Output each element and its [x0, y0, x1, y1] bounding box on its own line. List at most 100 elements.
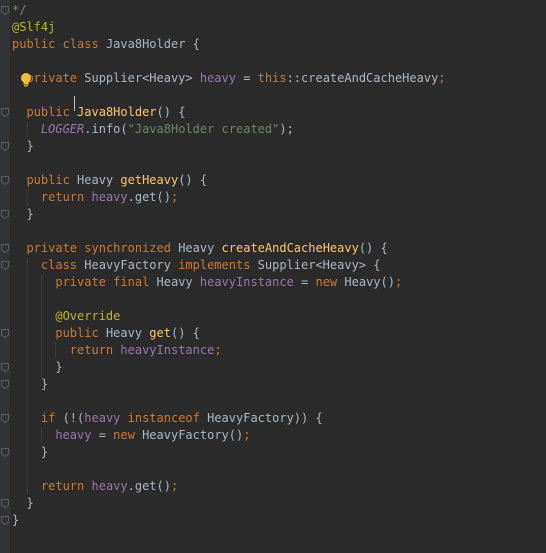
code-line[interactable]: }: [12, 138, 34, 155]
code-token: private: [26, 71, 78, 85]
code-line[interactable]: if (!(heavy instanceof HeavyFactory)) {: [12, 410, 323, 427]
code-token: Heavy: [170, 241, 222, 255]
code-token: private: [26, 241, 78, 255]
code-line[interactable]: @Slf4j: [12, 19, 55, 36]
code-token: .get(): [127, 479, 171, 493]
lightbulb-icon[interactable]: [20, 72, 32, 88]
code-token: @Slf4j: [12, 20, 56, 34]
code-line[interactable]: private Supplier<Heavy> heavy = this::cr…: [12, 70, 446, 87]
code-token: () {: [156, 105, 186, 119]
code-token: get: [149, 326, 171, 340]
code-token: ::createAndCacheHeavy: [286, 71, 439, 85]
indent-guide: [41, 427, 42, 444]
code-line[interactable]: public Java8Holder() {: [12, 104, 185, 121]
fold-marker-icon[interactable]: [1, 448, 9, 457]
code-editor[interactable]: */ @Slf4j public class Java8Holder { priva…: [0, 0, 546, 553]
code-token: ;: [438, 71, 446, 85]
fold-marker-icon[interactable]: [1, 210, 9, 219]
fold-marker-icon[interactable]: [1, 414, 9, 423]
code-line[interactable]: }: [12, 444, 48, 461]
code-token: instanceof: [127, 411, 200, 425]
code-token: heavy: [84, 411, 121, 425]
fold-marker-icon[interactable]: [1, 363, 9, 372]
code-line[interactable]: private final Heavy heavyInstance = new …: [12, 274, 402, 291]
code-token: ;: [170, 479, 179, 493]
code-token: private: [55, 275, 106, 289]
editor-gutter[interactable]: [0, 0, 10, 553]
code-token: }: [12, 445, 49, 459]
text-caret: [74, 96, 75, 111]
code-line[interactable]: public Heavy getHeavy() {: [12, 172, 207, 189]
fold-marker-icon[interactable]: [1, 516, 9, 525]
code-token: return: [40, 190, 85, 204]
indent-guide: [27, 121, 28, 138]
code-line[interactable]: return heavy.get();: [12, 189, 178, 206]
code-token: heavy: [91, 190, 128, 204]
fold-marker-icon[interactable]: [1, 499, 9, 508]
code-token: @Override: [55, 309, 121, 323]
code-token: HeavyFactory)) {: [199, 411, 323, 425]
code-line[interactable]: }: [12, 206, 34, 223]
code-area[interactable]: */ @Slf4j public class Java8Holder { priva…: [12, 0, 546, 553]
code-token: if: [40, 411, 56, 425]
fold-marker-icon[interactable]: [1, 108, 9, 117]
indent-guide: [27, 257, 28, 495]
code-token: new: [113, 428, 135, 442]
code-token: Java8Holder {: [98, 37, 200, 51]
code-line[interactable]: }: [12, 512, 19, 529]
code-line[interactable]: }: [12, 376, 48, 393]
code-token: .get(): [127, 190, 171, 204]
code-token: heavyInstance: [120, 343, 215, 357]
code-token: () {: [170, 326, 200, 340]
code-token: heavy: [55, 428, 92, 442]
fold-marker-icon[interactable]: [1, 6, 9, 15]
fold-marker-icon[interactable]: [1, 380, 9, 389]
code-token: }: [12, 207, 34, 221]
code-line[interactable]: LOGGER.info("Java8Holder created");: [12, 121, 294, 138]
code-token: class: [40, 258, 78, 272]
code-token: public: [26, 105, 70, 119]
indent-guide: [27, 189, 28, 206]
code-token: ;: [170, 190, 179, 204]
code-token: ;: [214, 343, 222, 357]
code-token: Heavy: [149, 275, 200, 289]
code-token: new: [315, 275, 338, 289]
code-token: () {: [178, 173, 208, 187]
code-token: heavyInstance: [199, 275, 294, 289]
code-token: Java8Holder: [77, 105, 157, 119]
code-token: this: [257, 71, 287, 85]
code-token: getHeavy: [120, 173, 179, 187]
code-line[interactable]: }: [12, 495, 33, 512]
code-token: heavy: [199, 71, 236, 85]
fold-marker-icon[interactable]: [1, 244, 9, 253]
code-token: HeavyFactory(): [134, 428, 244, 442]
indent-guide: [55, 342, 56, 359]
code-line[interactable]: class HeavyFactory implements Supplier<H…: [12, 257, 381, 274]
code-line[interactable]: heavy = new HeavyFactory();: [12, 427, 250, 444]
code-token: final: [113, 275, 150, 289]
code-line[interactable]: */: [12, 2, 26, 19]
code-line[interactable]: private synchronized Heavy createAndCach…: [12, 240, 387, 257]
code-token: }: [12, 139, 34, 153]
fold-marker-icon[interactable]: [1, 176, 9, 185]
code-token: HeavyFactory: [77, 258, 179, 272]
code-token: Heavy(): [337, 275, 395, 289]
fold-marker-icon[interactable]: [1, 261, 9, 270]
code-line[interactable]: @Override: [12, 308, 120, 325]
code-line[interactable]: return heavyInstance;: [12, 342, 222, 359]
code-line[interactable]: public class Java8Holder {: [12, 36, 200, 53]
code-token: heavy: [91, 479, 128, 493]
fold-marker-icon[interactable]: [1, 329, 9, 338]
code-token: (!(: [55, 411, 85, 425]
code-token: LOGGER: [40, 122, 85, 136]
code-line[interactable]: return heavy.get();: [12, 478, 178, 495]
code-token: Heavy: [98, 326, 150, 340]
fold-marker-icon[interactable]: [1, 142, 9, 151]
code-line[interactable]: }: [12, 359, 62, 376]
